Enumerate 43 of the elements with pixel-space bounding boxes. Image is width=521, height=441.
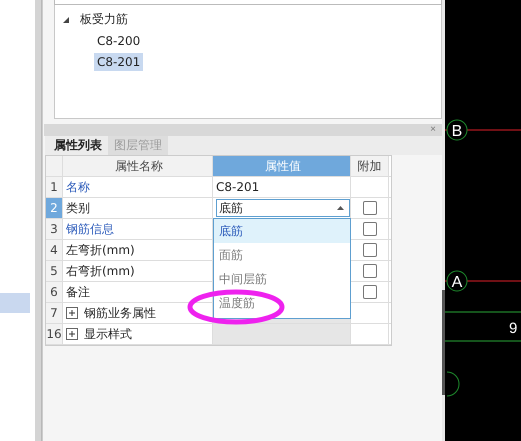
row-number: 4: [46, 240, 63, 260]
axis-marker: [446, 372, 460, 396]
property-name: 钢筋信息: [66, 220, 114, 238]
row-number: 5: [46, 261, 63, 281]
combo-box[interactable]: 底筋: [216, 199, 350, 217]
row-number: 3: [46, 219, 63, 239]
property-name: 右弯折(mm): [66, 262, 135, 280]
dropdown-option[interactable]: 面筋: [214, 243, 350, 267]
expand-triangle-icon[interactable]: [63, 16, 69, 22]
scroll-bar[interactable]: [442, 0, 445, 441]
row-number: 16: [46, 324, 63, 344]
dropdown-option[interactable]: 温度筋: [214, 291, 350, 315]
property-name: 备注: [66, 284, 90, 300]
checkbox[interactable]: [362, 222, 376, 236]
row-number: 7: [46, 303, 63, 323]
property-value: C8-201: [216, 180, 260, 194]
property-name: 左弯折(mm): [66, 242, 135, 258]
checkbox[interactable]: [362, 285, 376, 299]
tree-item[interactable]: C8-200: [94, 32, 144, 50]
dropdown-option[interactable]: 中间层筋: [214, 267, 350, 291]
axis-marker: A: [446, 270, 468, 292]
checkbox[interactable]: [362, 201, 376, 215]
property-name: 显示样式: [84, 326, 132, 342]
tree-item[interactable]: C8-201: [94, 52, 144, 70]
property-name: 钢筋业务属性: [84, 304, 156, 322]
dropdown-option[interactable]: 底筋: [214, 219, 350, 243]
row-number: 1: [46, 177, 63, 197]
row-number: 2: [46, 198, 63, 218]
header-cell: 附加: [351, 156, 389, 176]
property-name: 类别: [66, 200, 90, 216]
dimension-text: 9: [509, 320, 518, 337]
axis-marker: B: [446, 120, 468, 140]
caret-icon: [337, 206, 344, 210]
property-name: 名称: [66, 178, 90, 196]
tree-item[interactable]: 板受力筋: [77, 9, 131, 30]
checkbox[interactable]: [362, 264, 376, 278]
checkbox[interactable]: [362, 243, 376, 257]
header-cell: 属性名称: [63, 156, 213, 176]
expand-plus-icon[interactable]: [66, 328, 78, 340]
close-button[interactable]: ×: [424, 125, 442, 135]
row-number: 6: [46, 282, 63, 302]
expand-plus-icon[interactable]: [66, 307, 78, 319]
header-cell: 属性值: [213, 156, 351, 176]
